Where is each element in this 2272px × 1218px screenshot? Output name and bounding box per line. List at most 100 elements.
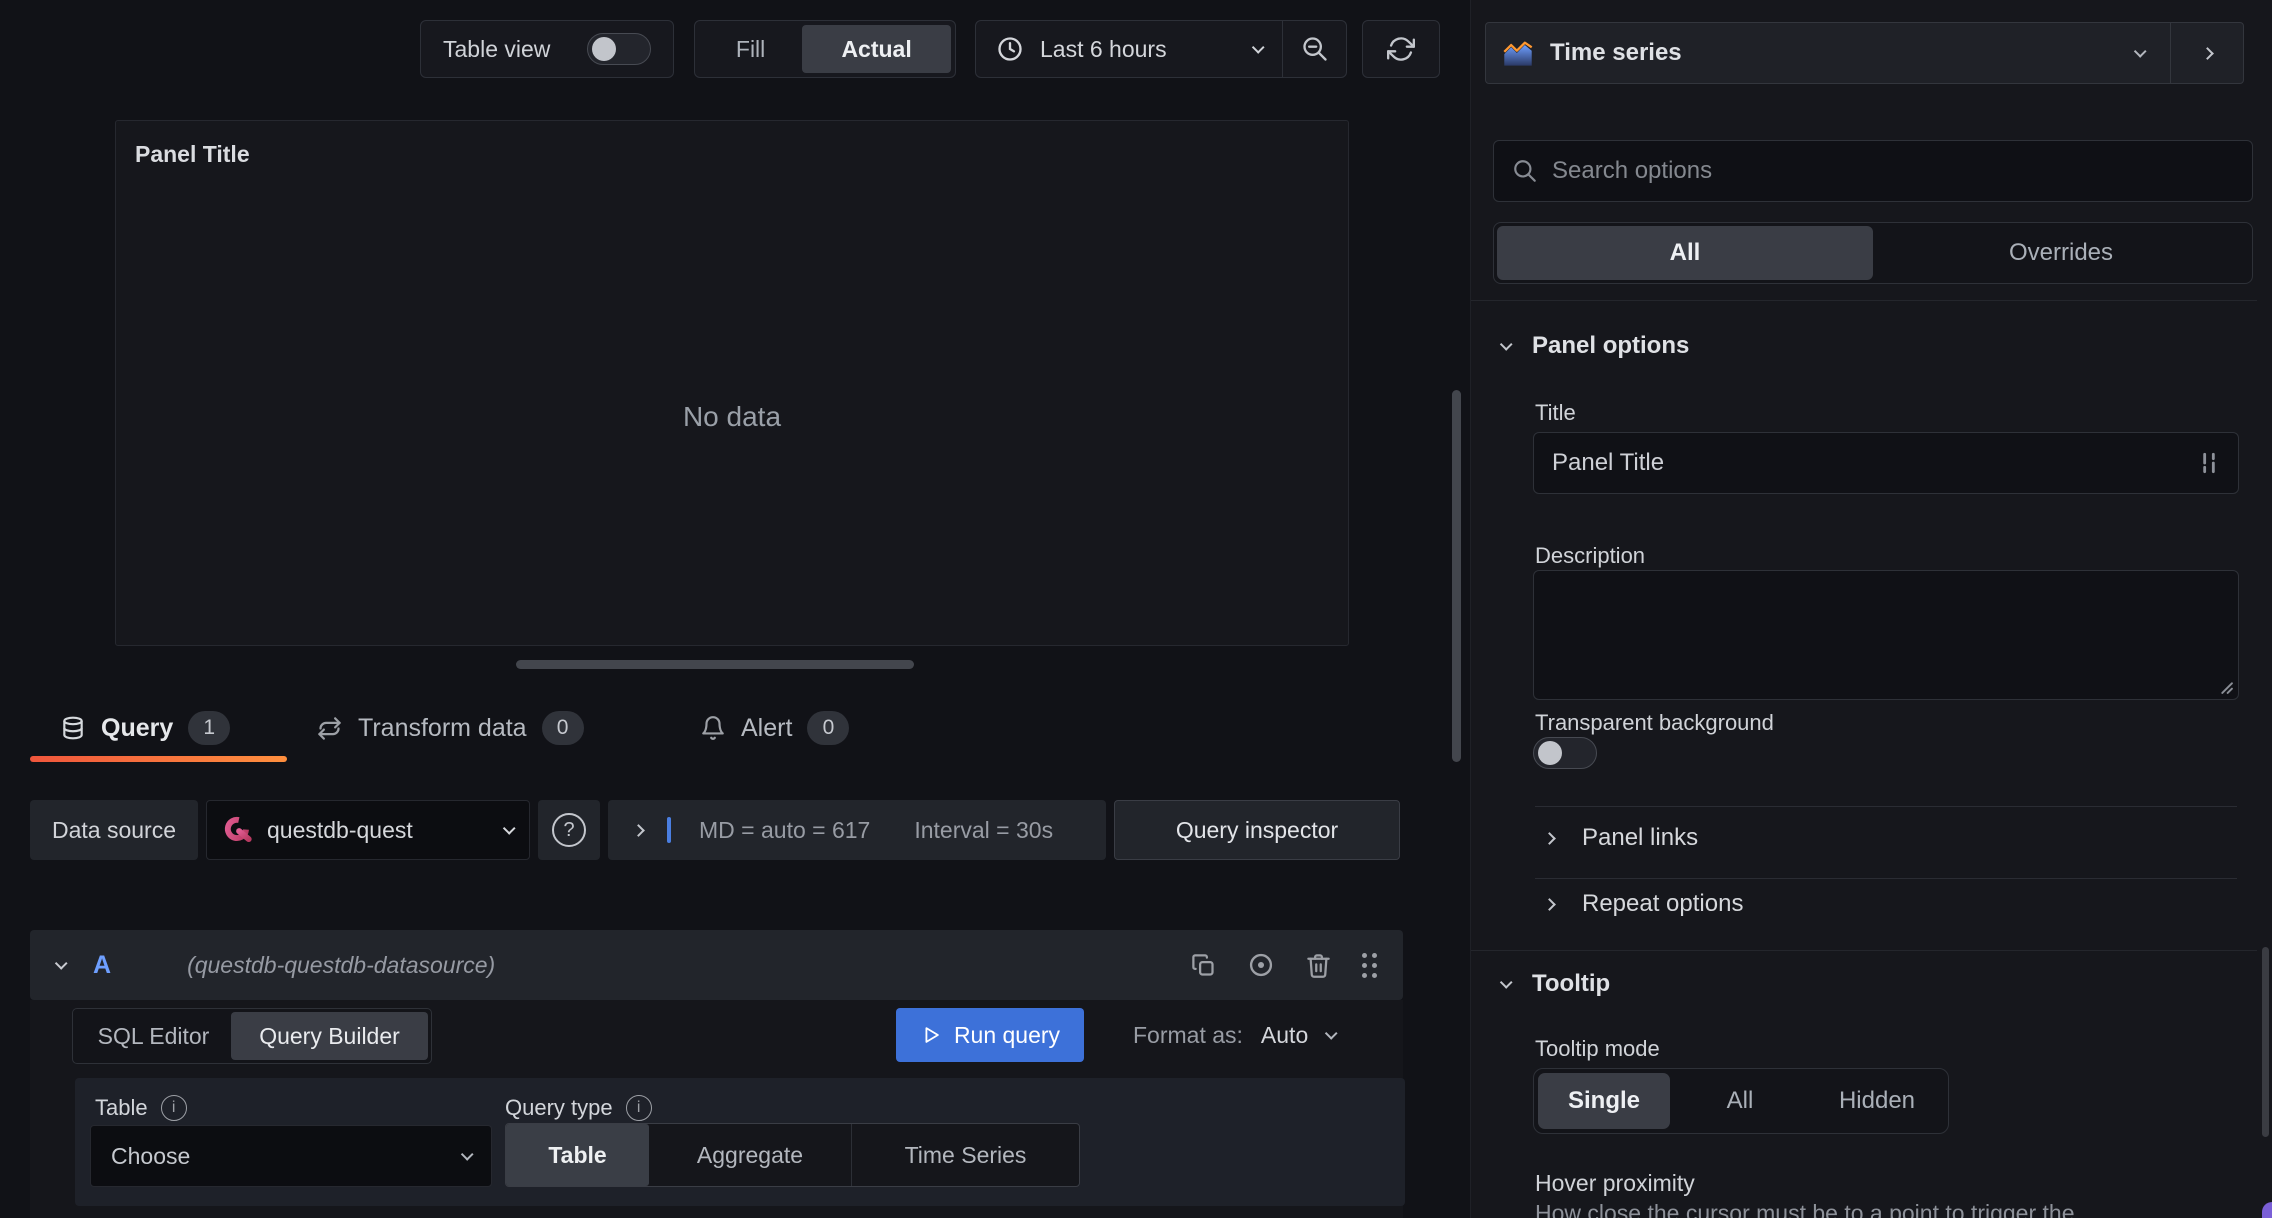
query-editor-body: SQL Editor Query Builder Run query Forma…: [30, 1000, 1405, 1218]
visualization-select[interactable]: Time series: [1486, 23, 2170, 83]
table-field-label: Table i: [95, 1095, 187, 1121]
sql-editor-option[interactable]: SQL Editor: [76, 1012, 231, 1060]
tooltip-mode-all[interactable]: All: [1670, 1073, 1810, 1129]
table-label-text: Table: [95, 1095, 148, 1120]
chevron-down-icon: [2133, 44, 2147, 58]
options-search: [1493, 140, 2253, 202]
vertical-scrollbar[interactable]: [1452, 390, 1461, 762]
time-range-control: Last 6 hours: [975, 20, 1347, 78]
panel-title-input[interactable]: [1552, 449, 2198, 477]
description-field: [1533, 570, 2239, 700]
tooltip-mode-label: Tooltip mode: [1535, 1036, 1660, 1061]
query-builder-option[interactable]: Query Builder: [231, 1012, 428, 1060]
timeseries-chart-icon: [1502, 37, 1534, 69]
zoom-out-button[interactable]: [1283, 21, 1346, 77]
refresh-icon: [1387, 35, 1415, 63]
query-type-table[interactable]: Table: [506, 1124, 649, 1186]
tab-transform-data[interactable]: Transform data 0: [316, 702, 584, 754]
drag-handle-icon[interactable]: [1362, 952, 1377, 978]
active-tab-indicator: [30, 756, 287, 762]
info-icon: i: [160, 1095, 187, 1121]
horizontal-scrollbar[interactable]: [516, 660, 914, 669]
description-textarea[interactable]: [1534, 571, 2238, 699]
query-type-field-label: Query type i: [505, 1095, 652, 1121]
hover-proximity-label: Hover proximity: [1535, 1170, 1695, 1196]
query-type-aggregate[interactable]: Aggregate: [649, 1124, 852, 1186]
query-type-label-text: Query type: [505, 1095, 613, 1120]
query-datasource-hint: (questdb-questdb-datasource): [187, 951, 496, 978]
repeat-options-row[interactable]: Repeat options: [1543, 890, 1744, 918]
filter-tab-all[interactable]: All: [1497, 226, 1873, 280]
format-as-value[interactable]: Auto: [1261, 1022, 1308, 1049]
interval-summary: Interval = 30s: [914, 816, 1054, 843]
tab-transform-count: 0: [541, 711, 584, 745]
transparent-background-toggle[interactable]: [1533, 737, 1597, 769]
time-range-picker[interactable]: Last 6 hours: [976, 21, 1282, 77]
collapse-pane-button[interactable]: [2170, 23, 2243, 83]
run-query-button[interactable]: Run query: [896, 1008, 1084, 1062]
fill-option[interactable]: Fill: [699, 25, 802, 73]
query-inspector-button[interactable]: Query inspector: [1114, 800, 1400, 860]
duplicate-query-icon[interactable]: [1190, 952, 1217, 979]
panel-links-label: Panel links: [1582, 824, 1699, 851]
transform-icon: [316, 715, 343, 742]
display-mode-switch: Fill Actual: [694, 20, 956, 78]
format-as-label: Format as:: [1133, 1021, 1243, 1048]
bell-icon: [700, 715, 726, 741]
tooltip-mode-single[interactable]: Single: [1538, 1073, 1670, 1129]
tab-alert-count: 0: [807, 711, 850, 745]
tab-alert[interactable]: Alert 0: [700, 702, 850, 754]
hide-response-icon[interactable]: [1247, 951, 1275, 979]
query-type-timeseries[interactable]: Time Series: [852, 1124, 1079, 1186]
chevron-down-icon: [1499, 337, 1513, 351]
run-query-label: Run query: [953, 1021, 1061, 1048]
chevron-right-icon: [632, 823, 645, 837]
zoom-out-icon: [1301, 35, 1329, 63]
chevron-right-icon: [1543, 831, 1556, 845]
datasource-label: Data source: [30, 800, 198, 860]
query-options-row[interactable]: MD = auto = 617 Interval = 30s: [608, 800, 1106, 860]
delete-query-icon[interactable]: [1305, 952, 1332, 979]
table-view-toggle[interactable]: [587, 33, 651, 65]
tooltip-mode-hidden[interactable]: Hidden: [1810, 1073, 1944, 1129]
questdb-logo-icon: [223, 815, 253, 845]
filter-tab-overrides[interactable]: Overrides: [1873, 226, 2249, 280]
max-data-points-summary: MD = auto = 617: [699, 816, 871, 843]
chevron-down-icon: [502, 821, 516, 835]
chevron-down-icon: [460, 1147, 474, 1161]
resize-handle-icon[interactable]: [2218, 679, 2233, 694]
chevron-down-icon[interactable]: [54, 956, 68, 970]
divider: [1471, 300, 2257, 301]
variable-suggestions-icon[interactable]: [2198, 450, 2220, 476]
datasource-picker[interactable]: questdb-quest: [206, 800, 530, 860]
repeat-options-label: Repeat options: [1582, 890, 1744, 917]
divider: [1535, 806, 2237, 807]
chevron-down-icon: [1499, 975, 1513, 989]
tooltip-mode-switch: Single All Hidden: [1533, 1068, 1949, 1134]
refresh-button[interactable]: [1362, 20, 1440, 78]
query-row-header[interactable]: A (questdb-questdb-datasource): [30, 930, 1403, 1000]
query-options-indicator: [667, 817, 671, 843]
question-circle-icon: ?: [552, 813, 586, 847]
chevron-down-icon: [1251, 40, 1265, 54]
tooltip-section-header[interactable]: Tooltip: [1499, 970, 1610, 998]
panel-options-pane: Time series All Overrides Panel options …: [1470, 0, 2272, 1218]
actual-option[interactable]: Actual: [802, 25, 951, 73]
preview-panel[interactable]: Panel Title No data: [115, 120, 1349, 646]
panel-links-row[interactable]: Panel links: [1543, 824, 1699, 852]
options-search-input[interactable]: [1552, 157, 2234, 185]
tab-query[interactable]: Query 1: [60, 702, 231, 754]
chevron-down-icon[interactable]: [1325, 1026, 1338, 1040]
tab-transform-label: Transform data: [358, 713, 527, 742]
panel-title-field: [1533, 432, 2239, 494]
pane-scrollbar[interactable]: [2262, 947, 2269, 1137]
table-view-control: Table view: [420, 20, 674, 78]
format-as-control: Format as: Auto: [1133, 1008, 1338, 1062]
table-select[interactable]: Choose: [90, 1125, 492, 1187]
tab-query-label: Query: [101, 713, 174, 742]
toggle-knob: [592, 37, 616, 61]
panel-options-section-header[interactable]: Panel options: [1499, 332, 1689, 360]
panel-title: Panel Title: [135, 141, 250, 167]
table-select-value: Choose: [111, 1142, 191, 1169]
datasource-help-button[interactable]: ?: [538, 800, 600, 860]
